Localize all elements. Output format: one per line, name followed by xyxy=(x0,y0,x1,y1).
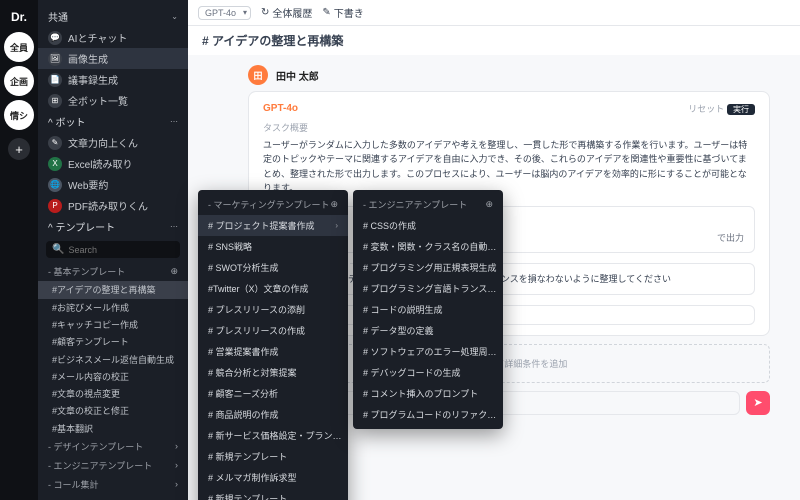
image-icon: 🖼 xyxy=(48,52,62,66)
flyout-item[interactable]: # ソフトウェアのエラー処理周… xyxy=(353,341,503,362)
bot-item[interactable]: PPDF読み取りくん xyxy=(38,195,188,216)
template-item[interactable]: #キャッチコピー作成 xyxy=(38,316,188,333)
history-link[interactable]: ↻全体履歴 xyxy=(261,5,312,20)
template-item[interactable]: #お詫びメール作成 xyxy=(38,299,188,316)
flyout-engineer[interactable]: - エンジニアテンプレート⊕ # CSSの作成 # 変数・関数・クラス名の自動…… xyxy=(353,190,503,429)
flyout-item[interactable]: # デバッグコードの生成 xyxy=(353,362,503,383)
search-input[interactable] xyxy=(68,245,174,255)
flyout-item[interactable]: # データ型の定義 xyxy=(353,320,503,341)
page-title: # アイデアの整理と再構築 xyxy=(188,26,800,55)
draft-link[interactable]: ✎下書き xyxy=(322,5,363,20)
sidebar-section-bots[interactable]: ^ ボット⋯ xyxy=(38,111,188,132)
main-area: GPT-4o ↻全体履歴 ✎下書き # アイデアの整理と再構築 田 田中 太郎 … xyxy=(188,0,800,500)
workspace-tab[interactable]: 全員 xyxy=(4,32,34,62)
bot-item[interactable]: ✎文章力向上くん xyxy=(38,132,188,153)
draft-icon: ✎ xyxy=(322,7,330,18)
chat-icon: 💬 xyxy=(48,31,62,45)
send-button[interactable]: ➤ xyxy=(746,391,770,415)
reset-link[interactable]: リセット xyxy=(688,104,724,114)
user-avatar: 田 xyxy=(248,65,268,85)
search-icon: 🔍 xyxy=(52,244,64,255)
flyout-item[interactable]: # 新規テンプレート xyxy=(198,488,348,500)
user-name: 田中 太郎 xyxy=(276,68,319,83)
clock-icon: ↻ xyxy=(261,7,269,18)
flyout-head[interactable]: - マーケティングテンプレート⊕ xyxy=(198,194,348,215)
bot-item[interactable]: XExcel読み取り xyxy=(38,153,188,174)
flyout-item[interactable]: # プログラミング用正規表現生成 xyxy=(353,257,503,278)
template-item[interactable]: #基本翻訳 xyxy=(38,420,188,437)
flyout-item[interactable]: # プレスリリースの添削 xyxy=(198,299,348,320)
avatar-icon: ✎ xyxy=(48,136,62,150)
flyout-item[interactable]: # コメント挿入のプロンプト xyxy=(353,383,503,404)
template-group[interactable]: - コール集計› xyxy=(38,475,188,494)
template-search[interactable]: 🔍 xyxy=(46,241,180,258)
template-group[interactable]: - エンジニアテンプレート› xyxy=(38,456,188,475)
template-item[interactable]: #文章の校正と修正 xyxy=(38,402,188,419)
flyout-item[interactable]: # 変数・関数・クラス名の自動… xyxy=(353,236,503,257)
template-item[interactable]: #文章の視点変更 xyxy=(38,385,188,402)
model-select[interactable]: GPT-4o xyxy=(198,6,251,20)
sidebar: 共通⌄ 💬AIとチャット 🖼画像生成 📄議事録生成 ⊞全ボット一覧 ^ ボット⋯… xyxy=(38,0,188,500)
flyout-item[interactable]: # 営業提案書作成 xyxy=(198,341,348,362)
flyout-item[interactable]: # 商品説明の作成 xyxy=(198,404,348,425)
nav-all-bots[interactable]: ⊞全ボット一覧 xyxy=(38,90,188,111)
topbar: GPT-4o ↻全体履歴 ✎下書き xyxy=(188,0,800,26)
avatar-icon: X xyxy=(48,157,62,171)
sidebar-section-common[interactable]: 共通⌄ xyxy=(38,6,188,27)
template-group[interactable]: - デザインテンプレート› xyxy=(38,437,188,456)
task-body: ユーザーがランダムに入力した多数のアイデアや考えを整理し、一貫した形で再構築する… xyxy=(263,138,755,196)
grid-icon: ⊞ xyxy=(48,94,62,108)
doc-icon: 📄 xyxy=(48,73,62,87)
template-item[interactable]: #メール内容の校正 xyxy=(38,368,188,385)
workspace-tab[interactable]: 情シ xyxy=(4,100,34,130)
avatar-icon: P xyxy=(48,199,62,213)
nav-image[interactable]: 🖼画像生成 xyxy=(38,48,188,69)
nav-minutes[interactable]: 📄議事録生成 xyxy=(38,69,188,90)
flyout-item[interactable]: # プレスリリースの作成 xyxy=(198,320,348,341)
flyout-item[interactable]: # プロジェクト提案書作成› xyxy=(198,215,348,236)
flyout-head[interactable]: - エンジニアテンプレート⊕ xyxy=(353,194,503,215)
send-icon: ➤ xyxy=(753,396,762,409)
flyout-item[interactable]: # 新サービス価格設定・プラン… xyxy=(198,425,348,446)
flyout-item[interactable]: # 競合分析と対策提案 xyxy=(198,362,348,383)
workspace-tab[interactable]: 企画 xyxy=(4,66,34,96)
app-logo: Dr. xyxy=(11,6,27,28)
flyout-item[interactable]: # メルマガ制作訴求型 xyxy=(198,467,348,488)
flyout-item[interactable]: # プログラムコードのリファク… xyxy=(353,404,503,425)
flyout-item[interactable]: # 新規テンプレート xyxy=(198,446,348,467)
flyout-marketing[interactable]: - マーケティングテンプレート⊕ # プロジェクト提案書作成› # SNS戦略 … xyxy=(198,190,348,500)
task-label: タスク概要 xyxy=(263,121,755,134)
app-rail: Dr. 全員 企画 情シ + xyxy=(0,0,38,500)
flyout-item[interactable]: # SNS戦略 xyxy=(198,236,348,257)
panel-model: GPT-4o xyxy=(263,103,298,114)
flyout-item[interactable]: # プログラミング言語トランス… xyxy=(353,278,503,299)
add-workspace-button[interactable]: + xyxy=(8,138,30,160)
flyout-item[interactable]: # CSSの作成 xyxy=(353,215,503,236)
avatar-icon: 🌐 xyxy=(48,178,62,192)
flyout-item[interactable]: # コードの説明生成 xyxy=(353,299,503,320)
template-item[interactable]: #アイデアの整理と再構築 xyxy=(38,281,188,298)
nav-chat[interactable]: 💬AIとチャット xyxy=(38,27,188,48)
sidebar-section-templates[interactable]: ^ テンプレート⋯ xyxy=(38,216,188,237)
run-button[interactable]: 実行 xyxy=(727,104,755,115)
flyout-item[interactable]: # SWOT分析生成 xyxy=(198,257,348,278)
template-item[interactable]: #顧客テンプレート xyxy=(38,333,188,350)
flyout-item[interactable]: # 顧客ニーズ分析 xyxy=(198,383,348,404)
template-item[interactable]: #ビジネスメール返信自動生成 xyxy=(38,350,188,367)
flyout-item[interactable]: #Twitter（X）文章の作成 xyxy=(198,278,348,299)
bot-item[interactable]: 🌐Web要約 xyxy=(38,174,188,195)
template-group-basic[interactable]: - 基本テンプレート⊕ xyxy=(38,262,188,281)
